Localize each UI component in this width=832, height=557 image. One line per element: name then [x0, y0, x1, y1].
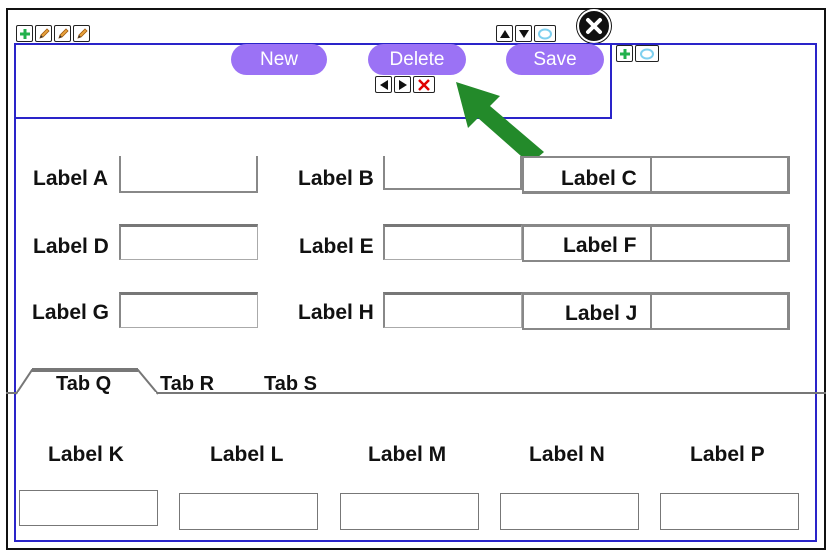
triangle-right-icon[interactable] [394, 76, 411, 93]
tab-q[interactable]: Tab Q [56, 373, 111, 396]
circle-icon[interactable] [635, 45, 659, 62]
save-button[interactable]: Save [506, 44, 604, 75]
field-d[interactable] [119, 224, 258, 260]
triangle-left-icon[interactable] [375, 76, 392, 93]
field-f[interactable] [652, 227, 786, 260]
plus-icon[interactable] [16, 25, 33, 42]
plus-icon[interactable] [616, 45, 633, 62]
left-toolbar [16, 25, 90, 42]
field-a[interactable] [119, 156, 258, 193]
field-k[interactable] [19, 490, 158, 526]
x-icon[interactable] [413, 76, 435, 93]
new-button[interactable]: New [231, 44, 327, 75]
label-b: Label B [298, 167, 374, 190]
field-h[interactable] [383, 292, 522, 328]
tab-s[interactable]: Tab S [264, 373, 317, 396]
field-g[interactable] [119, 292, 258, 328]
field-l[interactable] [179, 493, 318, 530]
label-l: Label L [210, 443, 284, 466]
label-a: Label A [33, 167, 109, 190]
field-j[interactable] [652, 295, 786, 328]
field-c[interactable] [652, 158, 786, 191]
triangle-down-icon[interactable] [515, 25, 532, 42]
tab-r[interactable]: Tab R [160, 373, 214, 396]
close-button[interactable] [576, 8, 612, 44]
pencil-icon[interactable] [35, 25, 52, 42]
label-c: Label C [561, 167, 637, 190]
label-n: Label N [529, 443, 605, 466]
label-h: Label H [298, 301, 374, 324]
label-j: Label J [565, 302, 638, 325]
field-n[interactable] [500, 493, 639, 530]
circle-icon[interactable] [534, 25, 556, 42]
label-e: Label E [299, 235, 374, 258]
nav-controls [375, 76, 435, 93]
field-e[interactable] [383, 224, 522, 260]
delete-button[interactable]: Delete [368, 44, 466, 75]
close-icon [577, 9, 611, 43]
pencil-icon[interactable] [73, 25, 90, 42]
field-b[interactable] [383, 156, 522, 190]
label-p: Label P [690, 443, 765, 466]
arrow-annotation-icon [456, 82, 544, 164]
label-f: Label F [563, 234, 637, 257]
label-d: Label D [33, 235, 109, 258]
label-k: Label K [48, 443, 124, 466]
field-p[interactable] [660, 493, 799, 530]
label-g: Label G [32, 301, 110, 324]
label-m: Label M [368, 443, 447, 466]
triangle-up-icon[interactable] [496, 25, 513, 42]
pencil-icon[interactable] [54, 25, 71, 42]
top-toolbar [496, 25, 556, 42]
right-toolbar [616, 45, 659, 62]
field-m[interactable] [340, 493, 479, 530]
